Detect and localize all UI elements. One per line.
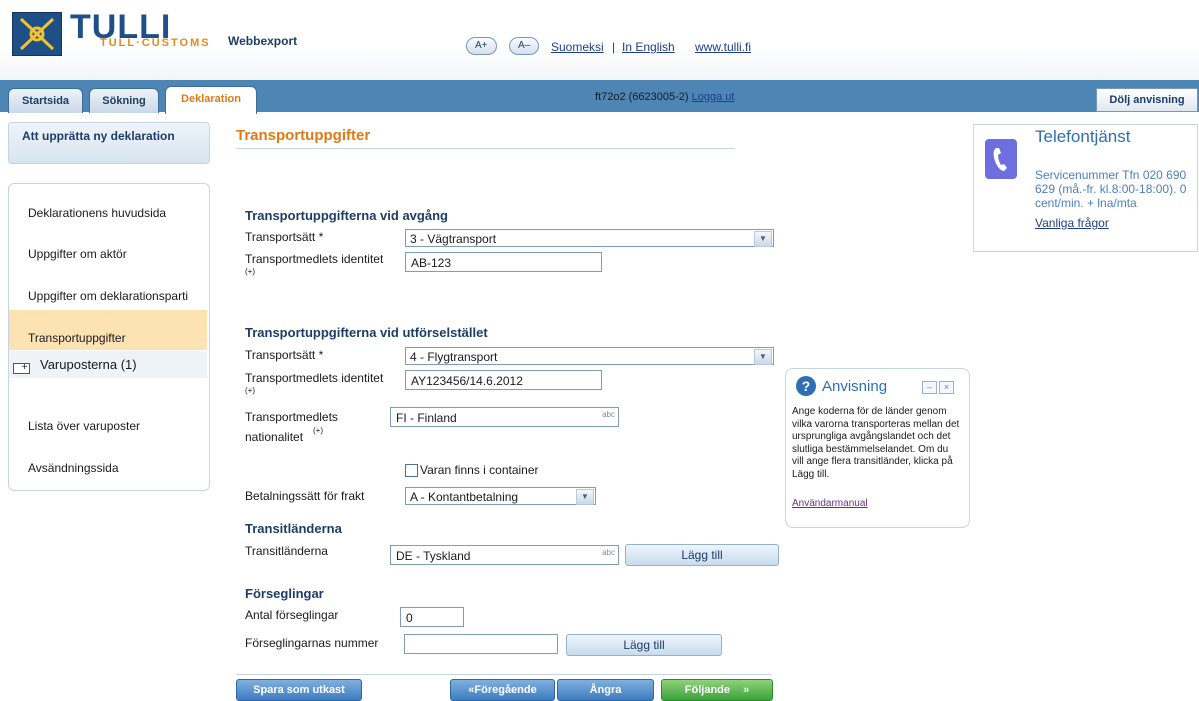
departure-identity-input[interactable]: AB-123 (405, 252, 602, 272)
spellcheck-icon: abc (602, 548, 615, 557)
sidebar-item-goods-list[interactable]: Lista över varuposter (9, 412, 207, 440)
exit-heading: Transportuppgifterna vid utförselstället (245, 325, 488, 340)
faq-link[interactable]: Vanliga frågor (1035, 216, 1109, 230)
page-title: Transportuppgifter (236, 127, 371, 144)
sidebar-item-label: Lista över varuposter (28, 419, 141, 433)
sidebar-item-send[interactable]: Avsändningssida (9, 454, 207, 482)
chevron-down-icon: ▼ (576, 489, 594, 505)
guidance-text: Ange koderna för de länder genom vilka v… (792, 406, 960, 480)
sidebar-item-label: Deklarationens huvudsida (28, 206, 167, 220)
help-icon: ? (796, 376, 816, 396)
seals-count-label: Antal förseglingar (245, 608, 339, 622)
phone-icon (985, 139, 1017, 179)
info-icon[interactable]: (+) (245, 386, 255, 395)
info-icon[interactable]: (+) (313, 426, 323, 435)
freight-value: A - Kontantbetalning (410, 490, 519, 504)
sidebar-heading: Att upprätta ny deklaration (8, 122, 210, 164)
exit-mode-value: 4 - Flygtransport (410, 350, 498, 364)
exit-nationality-value: FI - Finland (396, 411, 457, 425)
info-icon[interactable]: (+) (245, 267, 255, 276)
exit-nationality-label-line2: nationalitet (245, 430, 304, 444)
phone-service-title: Telefontjänst (1035, 127, 1131, 146)
seals-heading: Förseglingar (245, 586, 324, 601)
departure-mode-label: Transportsätt * (245, 230, 324, 244)
sidebar-heading-text: Att upprätta ny deklaration (22, 129, 175, 143)
departure-identity-label: Transportmedlets identitet (245, 252, 384, 266)
tab-startsida[interactable]: Startsida (8, 88, 83, 113)
phone-service-text: Servicenummer Tfn 020 690 629 (må.-fr. k… (1035, 168, 1187, 210)
tab-sokning[interactable]: Sökning (89, 88, 159, 113)
user-manual-link[interactable]: Användarmanual (792, 498, 868, 509)
sidebar-item-label: Varuposterna (1) (40, 357, 137, 372)
transit-add-button[interactable]: Lägg till (625, 544, 779, 566)
font-increase-button[interactable]: A+ (466, 37, 497, 55)
seals-number-label: Förseglingarnas nummer (245, 636, 379, 650)
transit-label: Transitländerna (245, 544, 328, 558)
container-label: Varan finns i container (420, 463, 539, 477)
exit-nationality-input[interactable]: FI - Finland abc (390, 407, 619, 427)
exit-nationality-label-line1: Transportmedlets (245, 410, 338, 424)
exit-identity-label: Transportmedlets identitet (245, 371, 384, 385)
spellcheck-icon: abc (602, 410, 615, 419)
seals-number-input[interactable] (404, 634, 558, 654)
guidance-title: Anvisning (822, 378, 888, 395)
tulli-site-link[interactable]: www.tulli.fi (695, 40, 751, 54)
transit-heading: Transitländerna (245, 521, 342, 536)
sidebar-item-goods-items[interactable]: + Varuposterna (1) (9, 351, 207, 378)
transit-input[interactable]: DE - Tyskland abc (390, 545, 619, 565)
title-divider (236, 148, 735, 149)
next-button[interactable]: Följande » (661, 679, 773, 701)
freight-label: Betalningssätt för frakt (245, 489, 365, 503)
departure-mode-select[interactable]: 3 - Vägtransport ▼ (405, 229, 774, 247)
seals-add-button[interactable]: Lägg till (566, 634, 722, 656)
footer-divider (236, 674, 772, 675)
guidance-controls: – × (922, 379, 956, 394)
sidebar-item-label: Transportuppgifter (28, 331, 126, 345)
undo-button[interactable]: Ångra (557, 679, 654, 701)
user-info: ft72o2 (6623005-2) Logga ut (595, 91, 734, 103)
font-decrease-button[interactable]: A– (509, 37, 540, 55)
sidebar-item-label: Uppgifter om aktör (28, 247, 127, 261)
seals-count-input[interactable]: 0 (400, 607, 464, 627)
sidebar-item-main-page[interactable]: Deklarationens huvudsida (9, 199, 207, 227)
user-id: ft72o2 (6623005-2) (595, 91, 689, 103)
exit-mode-label: Transportsätt * (245, 348, 324, 362)
link-separator: | (612, 40, 616, 54)
sidebar-item-label: Avsändningssida (28, 461, 119, 475)
sidebar-item-declaration-batch[interactable]: Uppgifter om deklarationsparti (9, 282, 207, 310)
tulli-logo-icon (12, 12, 62, 56)
expand-icon[interactable]: + (13, 363, 30, 374)
sidebar-item-actor[interactable]: Uppgifter om aktör (9, 240, 207, 268)
freight-select[interactable]: A - Kontantbetalning ▼ (405, 487, 596, 505)
exit-mode-select[interactable]: 4 - Flygtransport ▼ (405, 347, 774, 365)
next-button-label: Följande (684, 684, 731, 696)
previous-button[interactable]: «Föregående (450, 679, 555, 701)
lang-english-link[interactable]: In English (622, 40, 675, 54)
sidebar-item-label: Uppgifter om deklarationsparti (28, 289, 189, 303)
departure-mode-value: 3 - Vägtransport (410, 232, 497, 246)
departure-heading: Transportuppgifterna vid avgång (245, 208, 448, 223)
sidebar-item-transport[interactable]: Transportuppgifter (9, 310, 207, 350)
close-icon[interactable]: × (939, 381, 954, 394)
app-name: Webbexport (228, 34, 298, 48)
chevron-down-icon: ▼ (754, 349, 772, 365)
exit-identity-input[interactable]: AY123456/14.6.2012 (405, 370, 602, 390)
container-checkbox[interactable] (405, 464, 418, 477)
double-chevron-right-icon: » (743, 684, 750, 696)
hide-help-button[interactable]: Dölj anvisning (1096, 88, 1198, 112)
lang-finnish-link[interactable]: Suomeksi (551, 40, 604, 54)
minimize-icon[interactable]: – (922, 381, 937, 394)
tab-deklaration[interactable]: Deklaration (165, 86, 257, 114)
transit-value: DE - Tyskland (396, 549, 471, 563)
logout-link[interactable]: Logga ut (692, 91, 735, 103)
brand-subtitle: TULL·CUSTOMS (100, 37, 211, 49)
save-draft-button[interactable]: Spara som utkast (236, 679, 362, 701)
chevron-down-icon: ▼ (754, 231, 772, 247)
